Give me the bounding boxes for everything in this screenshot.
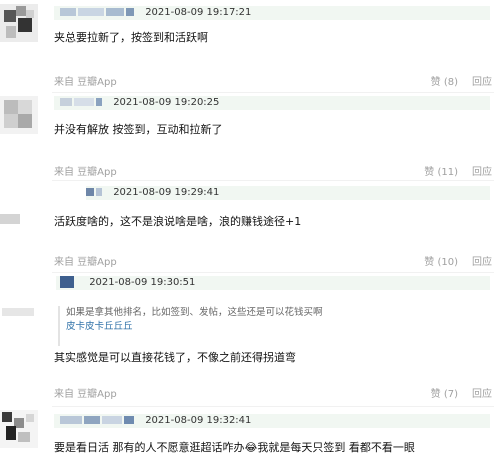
comment-source: 来自 豆瓣App (54, 167, 117, 178)
user-avatar[interactable] (0, 96, 38, 134)
comment-text: 要是看日活 那有的人不愿意逛超话咋办😂我就是每天只签到 看都不看一眼 (54, 441, 415, 454)
divider (52, 92, 494, 93)
comment-text: 其实感觉是可以直接花钱了，不像之前还得拐道弯 (54, 351, 296, 364)
comment-meta: 2021-08-09 19:29:41 (86, 186, 490, 200)
comment-actions: 赞 (8) 回应 (417, 76, 492, 90)
comment-timestamp: 2021-08-09 19:32:41 (145, 415, 252, 426)
divider (52, 272, 494, 273)
like-button[interactable]: 赞 (8) (431, 77, 458, 88)
comment-1: 2021-08-09 19:17:21 夹总要拉新了，按签到和活跃啊 来自 豆瓣… (0, 0, 500, 88)
comment-timestamp: 2021-08-09 19:20:25 (113, 97, 220, 108)
comment-2: 2021-08-09 19:20:25 并没有解放 按签到，互动和拉新了 来自 … (0, 94, 500, 178)
user-avatar[interactable] (0, 4, 38, 42)
comment-actions: 赞 (11) 回应 (410, 166, 492, 180)
comment-meta: 2021-08-09 19:20:25 (54, 96, 490, 110)
comment-text: 并没有解放 按签到，互动和拉新了 (54, 123, 223, 136)
comment-3: 2021-08-09 19:29:41 活跃度啥的，这不是浪说啥是啥，浪的赚钱途… (0, 182, 500, 270)
username-blurred[interactable] (60, 8, 76, 16)
reply-button[interactable]: 回应 (472, 167, 492, 178)
comment-meta: 2021-08-09 19:30:51 (56, 276, 490, 290)
username-blurred[interactable] (60, 416, 82, 424)
comment-meta: 2021-08-09 19:17:21 (54, 6, 490, 20)
divider (52, 180, 494, 181)
reply-button[interactable]: 回应 (472, 257, 492, 268)
comment-timestamp: 2021-08-09 19:17:21 (145, 7, 252, 18)
user-avatar[interactable] (0, 410, 38, 448)
username-blurred[interactable] (86, 188, 94, 196)
comment-5: 2021-08-09 19:32:41 要是看日活 那有的人不愿意逛超话咋办😂我… (0, 408, 500, 464)
comment-timestamp: 2021-08-09 19:29:41 (113, 187, 220, 198)
reply-button[interactable]: 回应 (472, 389, 492, 400)
comment-source: 来自 豆瓣App (54, 257, 117, 268)
comment-text: 夹总要拉新了，按签到和活跃啊 (54, 31, 208, 44)
divider (52, 406, 494, 407)
comment-source: 来自 豆瓣App (54, 389, 117, 400)
comment-meta: 2021-08-09 19:32:41 (54, 414, 490, 428)
like-button[interactable]: 赞 (7) (431, 389, 458, 400)
quoted-username-link[interactable]: 皮卡皮卡丘丘丘 (66, 320, 490, 334)
reply-button[interactable]: 回应 (472, 77, 492, 88)
user-avatar[interactable] (0, 194, 38, 232)
comment-text: 活跃度啥的，这不是浪说啥是啥，浪的赚钱途径+1 (54, 215, 302, 228)
like-button[interactable]: 赞 (11) (424, 167, 458, 178)
comment-actions: 赞 (10) 回应 (410, 256, 492, 270)
like-button[interactable]: 赞 (10) (424, 257, 458, 268)
comment-timestamp: 2021-08-09 19:30:51 (89, 277, 196, 288)
comment-4: 2021-08-09 19:30:51 如果是拿其他排名，比如签到、发帖，这些还… (0, 274, 500, 402)
user-avatar[interactable] (0, 288, 38, 326)
username-blurred[interactable] (60, 276, 74, 288)
quoted-text: 如果是拿其他排名，比如签到、发帖，这些还是可以花钱买啊 (66, 307, 323, 318)
username-blurred[interactable] (60, 98, 72, 106)
quoted-comment: 如果是拿其他排名，比如签到、发帖，这些还是可以花钱买啊 皮卡皮卡丘丘丘 (58, 306, 490, 346)
comment-source: 来自 豆瓣App (54, 77, 117, 88)
comment-actions: 赞 (7) 回应 (417, 388, 492, 402)
